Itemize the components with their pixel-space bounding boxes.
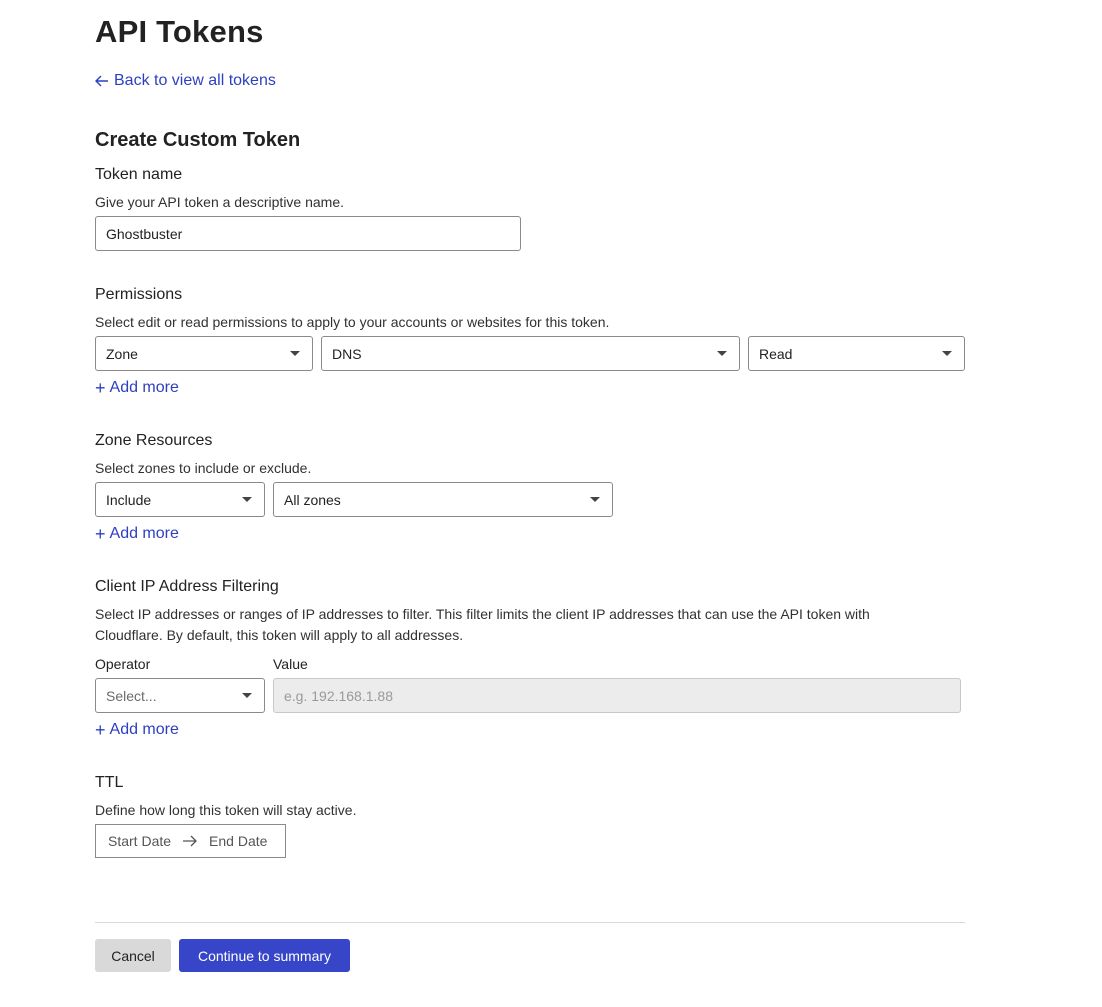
plus-icon: +: [95, 720, 106, 740]
ttl-label: TTL: [95, 774, 124, 791]
ip-filtering-add-more-link[interactable]: + Add more: [95, 721, 179, 739]
zone-mode-select[interactable]: Include: [95, 482, 265, 517]
footer-divider: [95, 922, 965, 923]
end-date-placeholder[interactable]: End Date: [209, 833, 267, 849]
ip-operator-placeholder: Select...: [106, 687, 157, 704]
zone-target-value: All zones: [284, 491, 341, 508]
token-name-help: Give your API token a descriptive name.: [95, 194, 345, 210]
section-title: Create Custom Token: [95, 129, 301, 151]
ttl-date-range-picker[interactable]: Start Date End Date: [95, 824, 286, 858]
add-more-label: Add more: [109, 721, 179, 738]
permission-access-select[interactable]: Read: [748, 336, 965, 371]
token-name-input[interactable]: Ghostbuster: [95, 216, 521, 251]
ip-value-input[interactable]: e.g. 192.168.1.88: [273, 678, 961, 713]
plus-icon: +: [95, 524, 106, 544]
permissions-add-more-link[interactable]: + Add more: [95, 379, 179, 397]
zone-mode-value: Include: [106, 491, 152, 508]
chevron-down-icon: [242, 693, 252, 698]
zone-target-select[interactable]: All zones: [273, 482, 613, 517]
back-link-label: Back to view all tokens: [114, 72, 276, 89]
ip-operator-select[interactable]: Select...: [95, 678, 265, 713]
permissions-label: Permissions: [95, 286, 183, 303]
start-date-placeholder[interactable]: Start Date: [108, 833, 171, 849]
ip-filtering-label: Client IP Address Filtering: [95, 578, 279, 595]
cancel-button[interactable]: Cancel: [95, 939, 171, 972]
permission-scope-value: Zone: [106, 345, 138, 362]
permissions-help: Select edit or read permissions to apply…: [95, 314, 610, 330]
zone-resources-add-more-link[interactable]: + Add more: [95, 525, 179, 543]
chevron-down-icon: [717, 351, 727, 356]
permission-scope-select[interactable]: Zone: [95, 336, 313, 371]
zone-resources-label: Zone Resources: [95, 432, 213, 449]
add-more-label: Add more: [109, 525, 179, 542]
operator-label: Operator: [95, 656, 151, 672]
arrow-right-icon: [182, 835, 198, 847]
permission-access-value: Read: [759, 345, 793, 362]
back-to-tokens-link[interactable]: Back to view all tokens: [95, 72, 276, 90]
ip-filtering-help: Select IP addresses or ranges of IP addr…: [95, 606, 870, 643]
chevron-down-icon: [290, 351, 300, 356]
token-name-label: Token name: [95, 166, 183, 183]
permission-resource-select[interactable]: DNS: [321, 336, 740, 371]
arrow-left-icon: [95, 75, 109, 87]
continue-to-summary-button[interactable]: Continue to summary: [179, 939, 350, 972]
zone-resources-help: Select zones to include or exclude.: [95, 460, 312, 476]
ttl-help: Define how long this token will stay act…: [95, 802, 357, 818]
chevron-down-icon: [242, 497, 252, 502]
add-more-label: Add more: [109, 379, 179, 396]
permission-resource-value: DNS: [332, 345, 362, 362]
value-label: Value: [273, 656, 308, 672]
page-title: API Tokens: [95, 14, 264, 49]
chevron-down-icon: [590, 497, 600, 502]
plus-icon: +: [95, 378, 106, 398]
chevron-down-icon: [942, 351, 952, 356]
